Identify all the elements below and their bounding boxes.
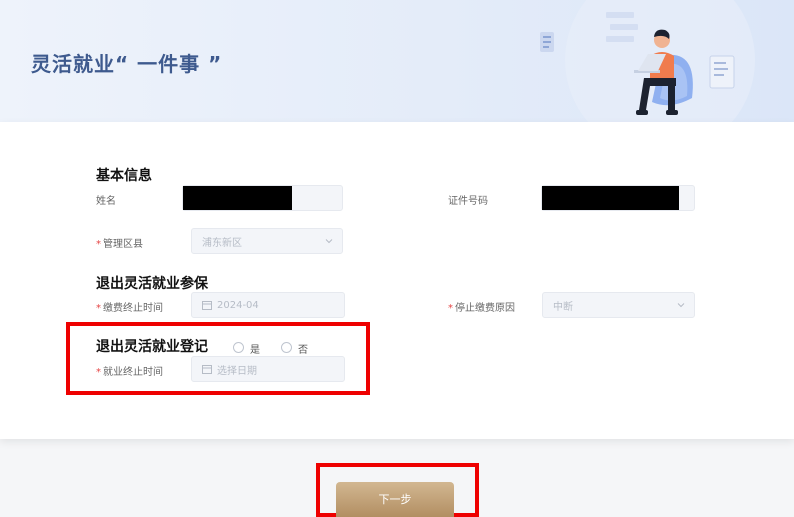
id-number-label: 证件号码 (448, 196, 488, 207)
stop-reason-label: * 停止缴费原因 (448, 299, 515, 314)
chevron-down-icon (677, 303, 685, 308)
pay-end-date-input[interactable]: 2024-04 (191, 292, 345, 318)
pay-end-label-text: 缴费终止时间 (103, 303, 163, 314)
required-mark: * (96, 239, 101, 250)
person-laptop-illustration (540, 0, 755, 122)
district-select[interactable]: 浦东新区 (191, 228, 343, 254)
pay-end-label: * 缴费终止时间 (96, 299, 163, 314)
calendar-icon (202, 301, 212, 310)
section-title-basic-info: 基本信息 (96, 168, 152, 184)
stop-reason-select[interactable]: 中断 (542, 292, 695, 318)
chevron-down-icon (325, 239, 333, 244)
district-label: * 管理区县 (96, 235, 143, 250)
stop-reason-label-text: 停止缴费原因 (455, 303, 515, 314)
stop-reason-value: 中断 (553, 301, 573, 313)
page-title: 灵活就业“ 一件事 ” (31, 52, 223, 76)
id-number-field[interactable] (541, 185, 695, 211)
required-mark: * (96, 303, 101, 314)
required-mark: * (448, 303, 453, 314)
next-step-button[interactable]: 下一步 (336, 482, 454, 517)
name-label: 姓名 (96, 196, 116, 207)
redacted-block (183, 186, 292, 210)
highlight-box-registration (66, 322, 370, 395)
name-field[interactable] (182, 185, 343, 211)
section-title-exit-insurance: 退出灵活就业参保 (96, 276, 208, 292)
pay-end-value: 2024-04 (217, 299, 259, 311)
header-banner: 灵活就业“ 一件事 ” (0, 0, 794, 122)
district-value: 浦东新区 (202, 237, 242, 249)
redacted-block (542, 186, 679, 210)
district-label-text: 管理区县 (103, 239, 143, 250)
